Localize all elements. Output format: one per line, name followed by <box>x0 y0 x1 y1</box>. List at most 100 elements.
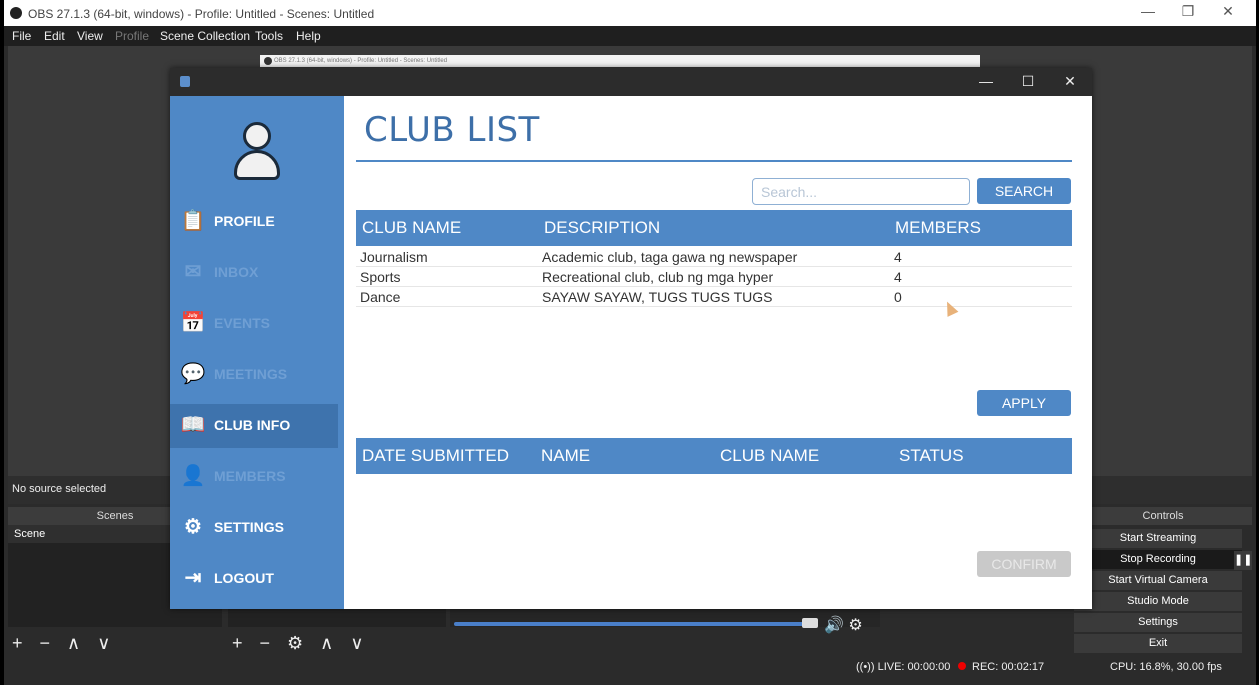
table-row[interactable]: Dance SAYAW SAYAW, TUGS TUGS TUGS 0 <box>356 287 1072 307</box>
obs-close-button[interactable]: ✕ <box>1208 3 1248 20</box>
cell-club-name: Journalism <box>360 249 428 265</box>
menu-file[interactable]: File <box>12 29 31 43</box>
gear-icon: ⚙ <box>184 516 202 538</box>
studio-mode-button[interactable]: Studio Mode <box>1074 592 1242 611</box>
inbox-icon: ✉ <box>184 261 202 283</box>
volume-slider[interactable] <box>454 622 814 626</box>
search-button[interactable]: SEARCH <box>977 178 1071 204</box>
logout-icon: ⇥ <box>184 567 202 589</box>
start-streaming-button[interactable]: Start Streaming <box>1074 529 1242 548</box>
obs-logo-icon <box>10 7 22 19</box>
header-club-name: CLUB NAME <box>362 218 462 237</box>
nav-logout[interactable]: ⇥ LOGOUT <box>170 557 338 601</box>
obs-logo-icon <box>264 57 272 65</box>
menu-help[interactable]: Help <box>296 29 321 43</box>
exit-button[interactable]: Exit <box>1074 634 1242 653</box>
calendar-icon: 📅 <box>180 312 206 334</box>
cell-club-name: Sports <box>360 269 401 285</box>
rec-time: REC: 00:02:17 <box>972 661 1045 673</box>
search-input[interactable] <box>752 178 970 205</box>
menu-edit[interactable]: Edit <box>44 29 65 43</box>
table-row[interactable]: Journalism Academic club, taga gawa ng n… <box>356 247 1072 267</box>
nav-club-info-label: CLUB INFO <box>214 417 291 433</box>
avatar-body <box>234 150 280 180</box>
live-status: ((•)) LIVE: 00:00:00 <box>856 661 950 673</box>
nav-club-info[interactable]: 📖 CLUB INFO <box>170 404 338 448</box>
controls-dock: Controls Start Streaming Stop Recording … <box>1074 507 1252 655</box>
nav-inbox-label: INBOX <box>214 264 259 280</box>
menu-profile[interactable]: Profile <box>115 29 149 43</box>
nested-obs-titlebar: OBS 27.1.3 (64-bit, windows) - Profile: … <box>260 55 980 67</box>
nested-obs-title: OBS 27.1.3 (64-bit, windows) - Profile: … <box>274 58 448 64</box>
applications-table-header: DATE SUBMITTED NAME CLUB NAME STATUS <box>356 438 1072 474</box>
nav-settings-label: SETTINGS <box>214 519 285 535</box>
live-time: LIVE: 00:00:00 <box>877 661 951 673</box>
nav-profile-label: PROFILE <box>214 213 275 229</box>
chat-icon: 💬 <box>180 363 206 385</box>
menu-view[interactable]: View <box>77 29 103 43</box>
title-divider <box>356 160 1072 162</box>
nav-inbox[interactable]: ✉ INBOX <box>170 251 338 295</box>
members-icon: 👤 <box>180 465 206 487</box>
mixer-icons[interactable]: 🔊 ⚙ <box>824 615 863 635</box>
obs-minimize-button[interactable]: — <box>1128 3 1168 19</box>
nav-members[interactable]: 👤 MEMBERS <box>170 455 338 499</box>
apply-button[interactable]: APPLY <box>977 390 1071 416</box>
stop-recording-button[interactable]: Stop Recording <box>1074 550 1242 569</box>
book-icon: 📖 <box>180 414 206 436</box>
scenes-toolbar[interactable]: + − ∧ ∨ <box>12 630 222 656</box>
header-date-submitted: DATE SUBMITTED <box>362 446 510 465</box>
cell-description: Recreational club, club ng mga hyper <box>542 269 774 285</box>
cpu-status: CPU: 16.8%, 30.00 fps <box>1110 661 1222 673</box>
menu-scene-collection[interactable]: Scene Collection <box>160 29 250 43</box>
settings-button[interactable]: Settings <box>1074 613 1242 632</box>
nav-events[interactable]: 📅 EVENTS <box>170 302 338 346</box>
rec-status: REC: 00:02:17 <box>958 661 1044 673</box>
profile-icon: 📋 <box>180 210 206 232</box>
app-icon <box>180 76 190 87</box>
nav-profile[interactable]: 📋 PROFILE <box>170 200 338 244</box>
live-icon: ((•)) <box>856 661 875 673</box>
cell-description: SAYAW SAYAW, TUGS TUGS TUGS <box>542 289 773 305</box>
volume-slider-handle[interactable] <box>802 618 818 628</box>
header-name: NAME <box>541 446 591 465</box>
pause-recording-button[interactable]: ❚❚ <box>1234 551 1252 570</box>
cell-members: 0 <box>894 289 902 305</box>
nav-meetings[interactable]: 💬 MEETINGS <box>170 353 338 397</box>
record-icon <box>958 662 966 670</box>
header-status: STATUS <box>899 446 964 465</box>
obs-title: OBS 27.1.3 (64-bit, windows) - Profile: … <box>28 7 375 21</box>
club-table-header: CLUB NAME DESCRIPTION MEMBERS <box>356 210 1072 246</box>
avatar-head <box>243 122 271 150</box>
app-close-button[interactable]: ✕ <box>1050 73 1090 90</box>
app-titlebar: — ☐ ✕ <box>170 68 1092 96</box>
header-club-name: CLUB NAME <box>720 446 820 465</box>
app-window: — ☐ ✕ 📋 PROFILE ✉ INBOX 📅 EVENTS 💬 MEETI… <box>170 68 1092 609</box>
header-members: MEMBERS <box>895 218 981 237</box>
sources-toolbar[interactable]: + − ⚙ ∧ ∨ <box>232 630 446 656</box>
header-description: DESCRIPTION <box>544 218 661 237</box>
app-maximize-button[interactable]: ☐ <box>1008 73 1048 90</box>
obs-restore-button[interactable]: ❐ <box>1168 3 1208 20</box>
obs-statusbar: ((•)) LIVE: 00:00:00 REC: 00:02:17 CPU: … <box>8 656 1252 678</box>
sidebar: 📋 PROFILE ✉ INBOX 📅 EVENTS 💬 MEETINGS 📖 … <box>170 96 344 609</box>
main-content: CLUB LIST SEARCH CLUB NAME DESCRIPTION M… <box>344 96 1092 609</box>
nav-logout-label: LOGOUT <box>214 570 274 586</box>
page-title: CLUB LIST <box>364 110 540 150</box>
avatar <box>234 122 280 182</box>
obs-titlebar: OBS 27.1.3 (64-bit, windows) - Profile: … <box>4 0 1256 26</box>
nav-members-label: MEMBERS <box>214 468 286 484</box>
menu-tools[interactable]: Tools <box>255 29 283 43</box>
app-minimize-button[interactable]: — <box>966 73 1006 89</box>
cell-club-name: Dance <box>360 289 401 305</box>
nav-meetings-label: MEETINGS <box>214 366 288 382</box>
nav-events-label: EVENTS <box>214 315 271 331</box>
cell-members: 4 <box>894 249 902 265</box>
start-virtual-camera-button[interactable]: Start Virtual Camera <box>1074 571 1242 590</box>
cell-members: 4 <box>894 269 902 285</box>
confirm-button[interactable]: CONFIRM <box>977 551 1071 577</box>
nav-settings[interactable]: ⚙ SETTINGS <box>170 506 338 550</box>
table-row[interactable]: Sports Recreational club, club ng mga hy… <box>356 267 1072 287</box>
controls-header: Controls <box>1074 507 1252 525</box>
cell-description: Academic club, taga gawa ng newspaper <box>542 249 798 265</box>
